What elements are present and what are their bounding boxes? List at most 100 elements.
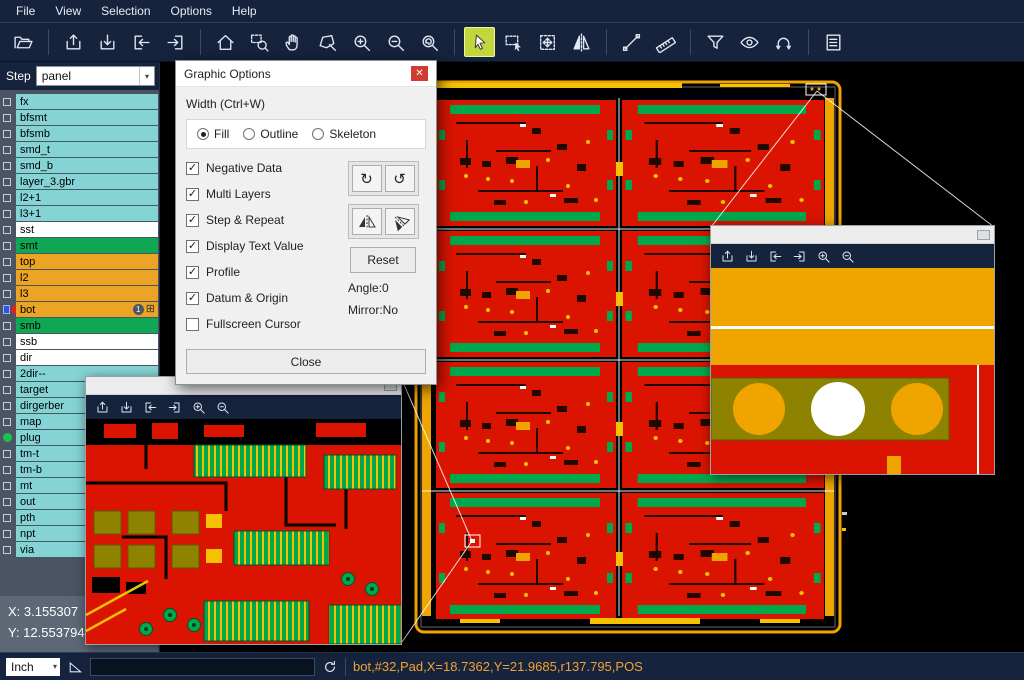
layer-row-l3-1[interactable]: l3+1 — [0, 206, 159, 221]
layer-checkbox[interactable] — [3, 290, 11, 298]
magnifier-2-titlebar[interactable] — [711, 226, 994, 244]
highlight-eye-icon[interactable] — [734, 27, 765, 57]
layer-checkbox[interactable] — [3, 162, 11, 170]
menu-item-view[interactable]: View — [45, 0, 91, 22]
export-icon[interactable] — [119, 400, 134, 415]
layer-visibility-cell[interactable] — [0, 322, 16, 330]
refresh-icon[interactable] — [322, 659, 338, 675]
ruler-icon[interactable] — [650, 27, 681, 57]
rotate-cw-button[interactable]: ↻ — [352, 165, 382, 192]
menu-item-options[interactable]: Options — [161, 0, 222, 22]
layer-checkbox[interactable] — [3, 130, 11, 138]
dialog-titlebar[interactable]: Graphic Options ✕ — [176, 61, 436, 87]
graphic-options-dialog[interactable]: Graphic Options ✕ Width (Ctrl+W) FillOut… — [175, 60, 437, 385]
layer-active-checkbox[interactable] — [3, 305, 10, 314]
layer-visibility-cell[interactable] — [0, 130, 16, 138]
layer-checkbox[interactable] — [3, 530, 11, 538]
layer-row-smd-t[interactable]: smd_t — [0, 142, 159, 157]
forward-icon[interactable] — [792, 249, 807, 264]
layer-name[interactable]: bot1⊞ — [16, 302, 158, 317]
layer-checkbox[interactable] — [3, 98, 11, 106]
layer-row-bfsmb[interactable]: bfsmb — [0, 126, 159, 141]
layer-checkbox[interactable] — [3, 210, 11, 218]
step-select[interactable]: panel ▾ — [36, 66, 155, 86]
layer-name[interactable]: fx — [16, 94, 158, 109]
zoom-window-icon[interactable] — [244, 27, 275, 57]
layer-checkbox[interactable] — [3, 386, 11, 394]
pan-hand-icon[interactable] — [278, 27, 309, 57]
menu-item-file[interactable]: File — [6, 0, 45, 22]
zoom-in-icon[interactable] — [346, 27, 377, 57]
layer-checkbox[interactable] — [3, 370, 11, 378]
layer-visibility-cell[interactable] — [0, 114, 16, 122]
rect-select-icon[interactable] — [498, 27, 529, 57]
layer-row-smb[interactable]: smb — [0, 318, 159, 333]
layer-visibility-cell[interactable] — [0, 418, 16, 426]
layer-name[interactable]: smd_b — [16, 158, 158, 173]
layer-visibility-cell[interactable] — [0, 178, 16, 186]
layer-visibility-cell[interactable] — [0, 370, 16, 378]
layer-row-top[interactable]: top — [0, 254, 159, 269]
checkbox-multi-layers[interactable]: ✓Multi Layers — [186, 187, 340, 201]
magnifier-window-1[interactable] — [85, 376, 402, 645]
layer-visibility-cell[interactable] — [0, 305, 16, 314]
layer-row-dir[interactable]: dir — [0, 350, 159, 365]
layer-visibility-cell[interactable] — [0, 530, 16, 538]
unit-select[interactable]: Inch ▾ — [6, 658, 60, 676]
checkbox-negative-data[interactable]: ✓Negative Data — [186, 161, 340, 175]
layer-checkbox[interactable] — [3, 114, 11, 122]
layer-row-ssb[interactable]: ssb — [0, 334, 159, 349]
layer-visibility-cell[interactable] — [0, 450, 16, 458]
chevron-down-icon[interactable]: ▾ — [139, 67, 154, 85]
layer-checkbox[interactable] — [3, 242, 11, 250]
layer-visibility-cell[interactable] — [0, 210, 16, 218]
layer-name[interactable]: top — [16, 254, 158, 269]
command-input[interactable] — [90, 658, 315, 676]
layer-visibility-cell[interactable] — [0, 466, 16, 474]
mirror-icon[interactable] — [566, 27, 597, 57]
layer-name[interactable]: l3+1 — [16, 206, 158, 221]
layer-name[interactable]: bfsmb — [16, 126, 158, 141]
mirror-horizontal-button[interactable] — [352, 208, 382, 235]
layer-checkbox[interactable] — [3, 178, 11, 186]
close-icon[interactable]: ✕ — [411, 66, 428, 81]
checkbox-datum-origin[interactable]: ✓Datum & Origin — [186, 291, 340, 305]
zoom-in-icon[interactable] — [191, 400, 206, 415]
menu-item-help[interactable]: Help — [222, 0, 267, 22]
checkbox-fullscreen-cursor[interactable]: Fullscreen Cursor — [186, 317, 340, 331]
loop-icon[interactable] — [768, 27, 799, 57]
layer-checkbox[interactable] — [3, 354, 11, 362]
layer-checkbox[interactable] — [3, 482, 11, 490]
layer-checkbox[interactable] — [3, 450, 11, 458]
zoom-out-icon[interactable] — [215, 400, 230, 415]
menu-item-selection[interactable]: Selection — [91, 0, 160, 22]
layer-visibility-cell[interactable] — [0, 274, 16, 282]
area-zoom-icon[interactable] — [312, 27, 343, 57]
layer-visibility-cell[interactable] — [0, 354, 16, 362]
magnifier-2-content[interactable] — [711, 268, 994, 474]
layer-checkbox[interactable] — [3, 338, 11, 346]
layer-name[interactable]: dir — [16, 350, 158, 365]
checkbox-display-text-value[interactable]: ✓Display Text Value — [186, 239, 340, 253]
angle-corner-icon[interactable] — [67, 659, 83, 675]
layer-checkbox[interactable] — [3, 466, 11, 474]
layer-visibility-cell[interactable] — [0, 482, 16, 490]
cursor-select-icon[interactable] — [464, 27, 495, 57]
layer-checkbox[interactable] — [3, 322, 11, 330]
layer-visibility-cell[interactable] — [0, 338, 16, 346]
layer-name[interactable]: l2+1 — [16, 190, 158, 205]
layer-visibility-cell[interactable] — [0, 546, 16, 554]
layer-row-bfsmt[interactable]: bfsmt — [0, 110, 159, 125]
rotate-ccw-button[interactable]: ↺ — [385, 165, 415, 192]
checkbox-profile[interactable]: ✓Profile — [186, 265, 340, 279]
layer-visibility-cell[interactable] — [0, 498, 16, 506]
radio-skeleton[interactable]: Skeleton — [312, 127, 376, 141]
radio-fill[interactable]: Fill — [197, 127, 229, 141]
layer-name[interactable]: sst — [16, 222, 158, 237]
forward-icon[interactable] — [160, 27, 191, 57]
layer-name[interactable]: bfsmt — [16, 110, 158, 125]
layer-name[interactable]: smd_t — [16, 142, 158, 157]
layer-visibility-cell[interactable] — [0, 258, 16, 266]
layer-visibility-cell[interactable] — [0, 433, 16, 442]
transform-select-icon[interactable] — [532, 27, 563, 57]
